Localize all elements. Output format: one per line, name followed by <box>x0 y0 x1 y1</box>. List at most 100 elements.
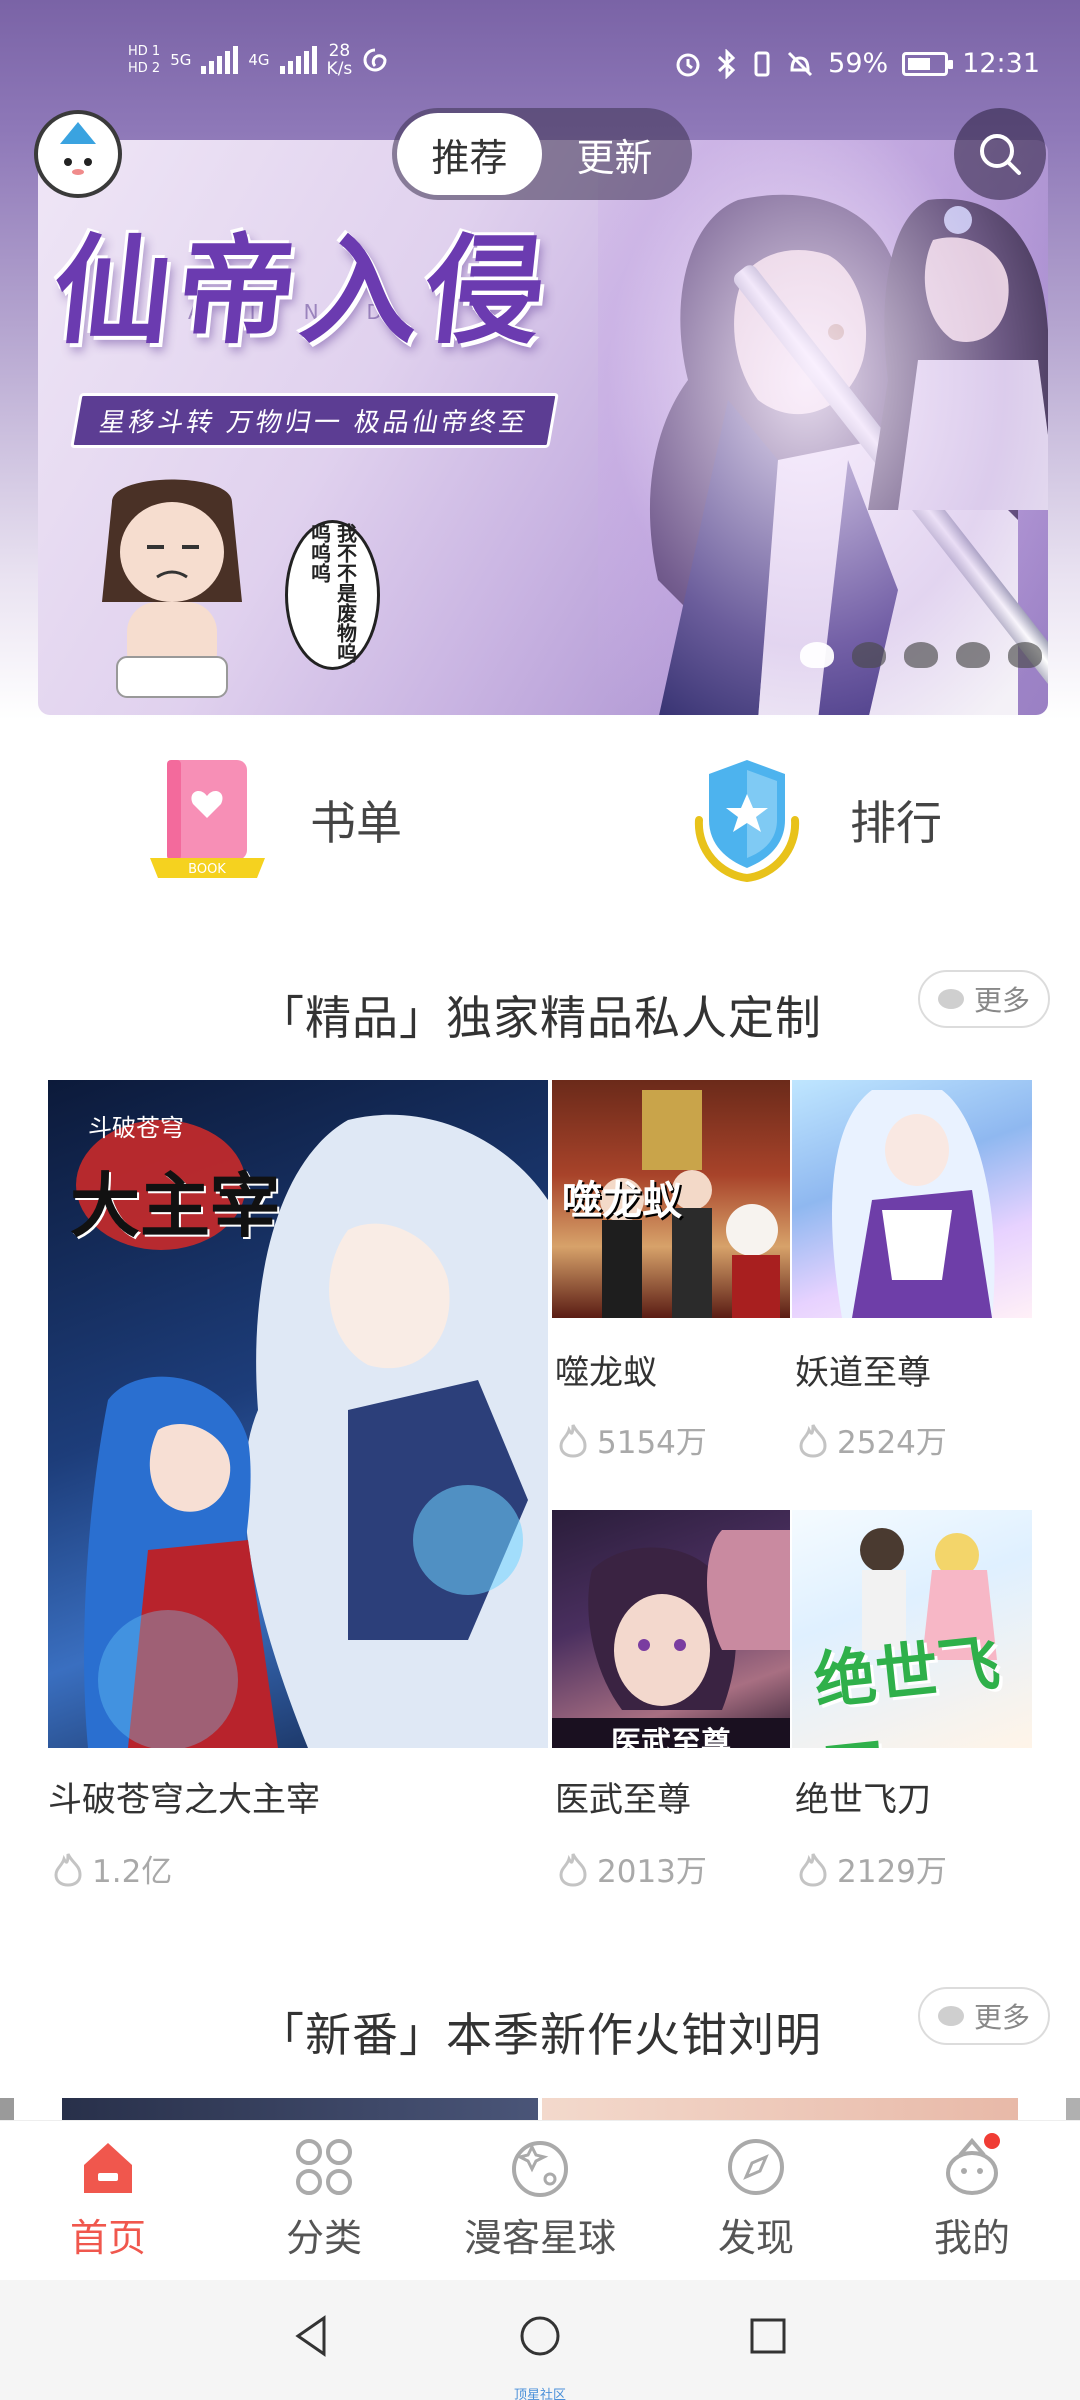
recents-icon[interactable] <box>746 2314 790 2358</box>
avatar-mascot-icon <box>48 122 108 188</box>
comic-cover-yiwuzhizun[interactable]: 医武至尊 <box>552 1510 790 1748</box>
banner-speech-bubble: 我不不是废物呜呜呜呜 <box>285 520 380 670</box>
new-comic-cover[interactable] <box>542 2098 1018 2120</box>
comic-name-jueshifeidao[interactable]: 绝世飞刀 <box>795 1772 931 1821</box>
search-button[interactable] <box>954 108 1046 200</box>
section-new-more-button[interactable]: 更多 <box>918 1987 1050 2045</box>
tab-updates[interactable]: 更新 <box>542 113 687 195</box>
hd-badges: HD 1 HD 2 <box>128 44 160 76</box>
more-icon <box>937 2006 964 2026</box>
comic-cover-yaodaozhizun[interactable] <box>792 1080 1032 1318</box>
mute-icon <box>788 51 813 76</box>
page-dot[interactable] <box>800 642 834 668</box>
page-dot[interactable] <box>852 642 886 668</box>
comic-cover-jueshifeidao[interactable]: 绝世飞刀 <box>792 1510 1032 1748</box>
alarm-icon <box>676 53 700 76</box>
banner-subtitle: 星移斗转 万物归一 极品仙帝终至 <box>70 393 559 448</box>
swirl-icon <box>363 48 387 72</box>
home-icon <box>84 2143 132 2193</box>
network-5g-label: 5G <box>170 51 192 69</box>
nav-planet-label: 漫客星球 <box>463 2216 616 2260</box>
section-new-header: 「新番」本季新作火钳刘明 更多 <box>0 1987 1080 2067</box>
back-icon[interactable] <box>290 2314 334 2358</box>
tab-recommend[interactable]: 推荐 <box>397 113 542 195</box>
search-icon <box>980 134 1021 175</box>
page-dot[interactable] <box>956 642 990 668</box>
comic-name-yaodaozhizun[interactable]: 妖道至尊 <box>795 1345 931 1394</box>
planet-icon <box>512 2141 568 2197</box>
yiwuzhizun-cover-art <box>588 1530 790 1710</box>
featured-comic-hot-value: 1.2亿 <box>92 1854 173 1890</box>
more-label: 更多 <box>973 2001 1030 2034</box>
category-icon <box>296 2139 352 2195</box>
home-circle-icon[interactable] <box>518 2314 562 2358</box>
new-comic-cover[interactable] <box>62 2098 538 2120</box>
network-speed-unit: K/s <box>326 59 353 79</box>
hd2-badge: HD 2 <box>128 61 161 76</box>
nav-discover[interactable]: 发现 <box>648 2121 864 2280</box>
bluetooth-icon <box>718 48 736 79</box>
speech-bubble-text: 我不不是废物呜呜呜呜 <box>307 523 358 663</box>
ranking-shield-icon <box>694 760 800 883</box>
network-4g-label: 4G <box>248 51 270 69</box>
banner-girl-figure <box>868 198 1048 510</box>
comic-hot-yiwuzhizun: 2013万 <box>557 1846 707 1891</box>
comic-hot-value: 2524万 <box>837 1425 947 1461</box>
banner-sword <box>730 261 1048 704</box>
nav-profile[interactable]: 我的 <box>864 2121 1080 2280</box>
banner-card[interactable]: AIND 仙帝入侵 星移斗转 万物归一 极品仙帝终至 我不不是废物呜呜呜呜 <box>38 140 1048 715</box>
nav-home[interactable]: 首页 <box>0 2121 216 2280</box>
flame-icon <box>799 1423 827 1458</box>
signal-icon <box>201 46 239 74</box>
flame-icon <box>799 1852 827 1887</box>
status-bar-left: HD 1 HD 2 5G 4G 28 K/s <box>128 42 388 78</box>
banner-page-indicator <box>800 642 1042 668</box>
quick-entry-ranking[interactable]: 排行 <box>685 740 942 900</box>
more-icon <box>937 989 964 1009</box>
flame-icon <box>559 1423 587 1458</box>
yiwuzhizun-cover-title: 医武至尊 <box>552 1718 790 1748</box>
comic-cover-shilongyi[interactable]: 噬龙蚁 <box>552 1080 790 1318</box>
featured-comic-hot: 1.2亿 <box>52 1846 172 1891</box>
network-speed: 28 K/s <box>327 42 353 78</box>
section-premium-header: 「精品」独家精品私人定制 更多 <box>0 970 1080 1050</box>
nav-home-label: 首页 <box>69 2216 146 2260</box>
system-navigation-bar <box>0 2280 1080 2400</box>
comic-hot-value: 2129万 <box>837 1854 947 1890</box>
comic-hot-shilongyi: 5154万 <box>557 1417 707 1462</box>
hd1-badge: HD 1 <box>128 44 161 59</box>
featured-comic-name[interactable]: 斗破苍穹之大主宰 <box>48 1772 320 1821</box>
vibrate-icon <box>754 51 770 76</box>
featured-cover-title: 大主宰 <box>70 1164 280 1247</box>
booklist-badge-text: BOOK <box>188 862 226 877</box>
page-dot[interactable] <box>904 642 938 668</box>
quick-entry-booklist[interactable]: BOOK 书单 <box>145 740 402 900</box>
comic-hot-value: 2013万 <box>597 1854 707 1890</box>
quick-entry-booklist-label: 书单 <box>310 796 402 850</box>
banner-hero-figure <box>649 194 1018 715</box>
battery-percent: 59% <box>828 48 889 79</box>
nav-category[interactable]: 分类 <box>216 2121 432 2280</box>
feed-tab-switch[interactable]: 推荐 更新 <box>392 108 692 200</box>
nav-profile-label: 我的 <box>933 2216 1010 2260</box>
nav-planet[interactable]: 漫客星球 <box>432 2121 648 2280</box>
comic-name-shilongyi[interactable]: 噬龙蚁 <box>555 1345 657 1394</box>
page-dot[interactable] <box>1008 642 1042 668</box>
comic-hot-value: 5154万 <box>597 1425 707 1461</box>
watermark: 顶星社区 <box>513 2388 566 2400</box>
flame-icon <box>559 1852 587 1887</box>
section-premium-more-button[interactable]: 更多 <box>918 970 1050 1028</box>
featured-comic-cover[interactable]: 斗破苍穹 大主宰 <box>48 1080 548 1748</box>
quick-entry-ranking-label: 排行 <box>850 796 942 850</box>
flame-icon <box>54 1852 82 1887</box>
featured-cover-small-title: 斗破苍穹 <box>88 1114 184 1142</box>
compass-icon <box>728 2139 784 2195</box>
comic-hot-jueshifeidao: 2129万 <box>797 1846 947 1891</box>
comic-hot-yaodaozhizun: 2524万 <box>797 1417 947 1462</box>
banner-title-art: 仙帝入侵 <box>46 221 558 360</box>
nav-category-label: 分类 <box>285 2216 362 2260</box>
battery-icon <box>902 51 954 76</box>
signal-icon <box>279 46 317 74</box>
comic-name-yiwuzhizun[interactable]: 医武至尊 <box>555 1772 691 1821</box>
user-avatar[interactable] <box>34 110 122 198</box>
